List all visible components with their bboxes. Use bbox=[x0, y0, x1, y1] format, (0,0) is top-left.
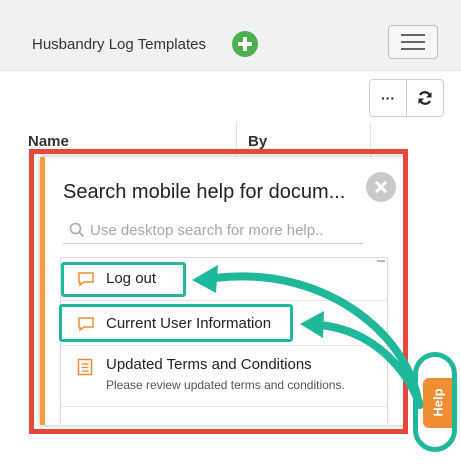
annotation-ring-help bbox=[413, 352, 457, 452]
annotation-arrowhead bbox=[192, 265, 218, 293]
annotation-arrow-log-out bbox=[211, 272, 422, 404]
annotation-arrowhead bbox=[300, 311, 324, 338]
annotation-arrows bbox=[192, 265, 424, 409]
